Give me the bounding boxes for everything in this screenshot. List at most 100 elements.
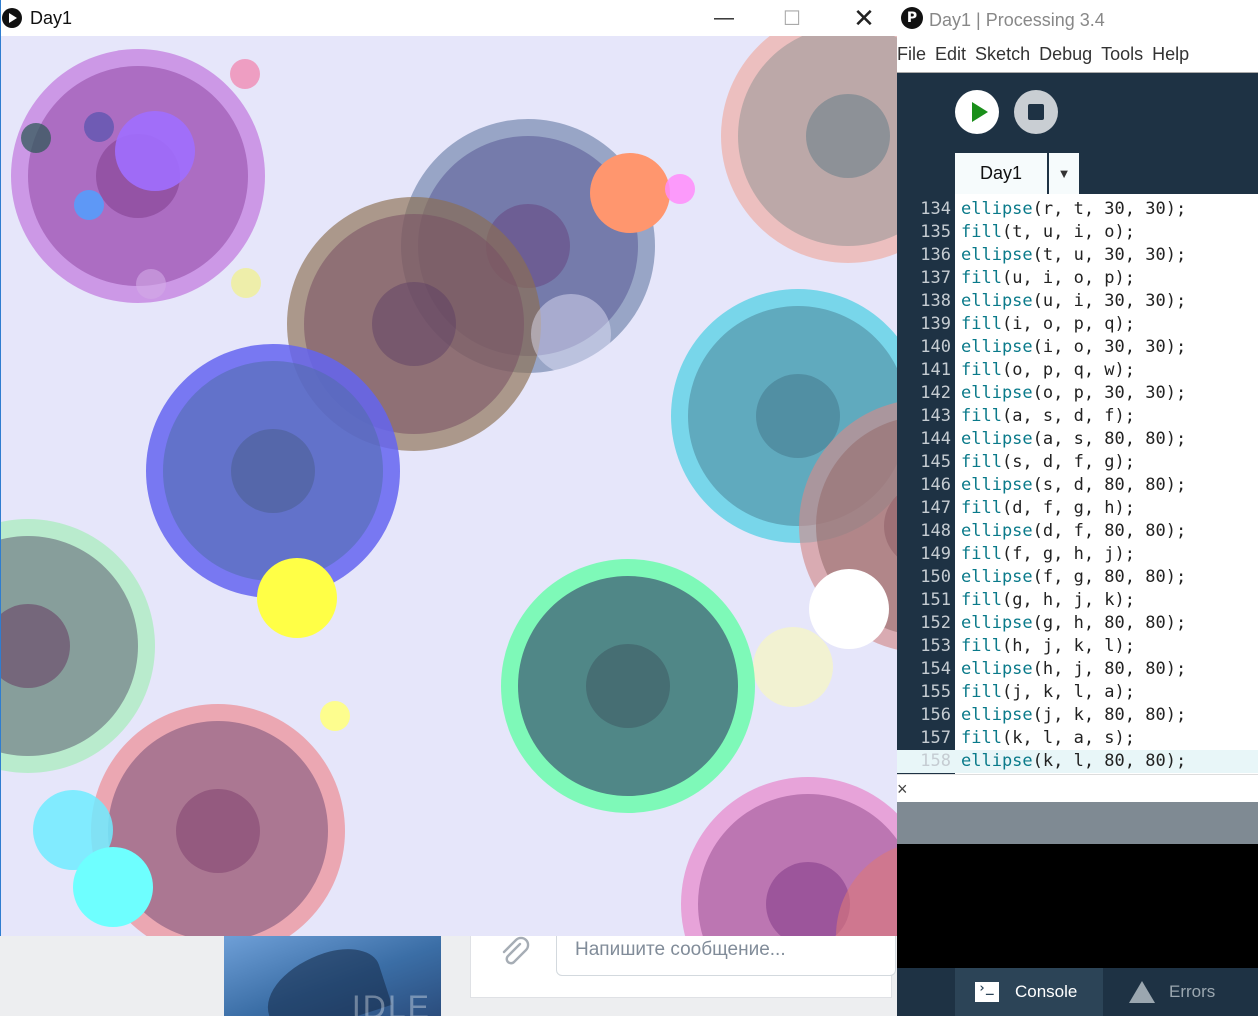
code-line[interactable]: 150 ellipse(f, g, 80, 80); [897,566,1258,589]
collapse-console-icon[interactable]: × [897,779,908,800]
menu-edit[interactable]: Edit [935,44,966,72]
code-line[interactable]: 139 fill(i, o, p, q); [897,313,1258,336]
code-function-name: fill [961,314,1002,334]
code-line[interactable]: 135 fill(t, u, i, o); [897,221,1258,244]
code-arguments: (f, g, 80, 80); [1032,567,1187,587]
code-arguments: (t, u, i, o); [1001,222,1136,242]
code-text: fill(t, u, i, o); [961,221,1135,244]
code-line[interactable]: 136 ellipse(t, u, 30, 30); [897,244,1258,267]
line-number: 137 [920,268,951,288]
ide-titlebar[interactable]: P Day1 | Processing 3.4 [897,0,1258,40]
line-number: 144 [920,429,951,449]
code-text: ellipse(j, k, 80, 80); [961,704,1186,727]
editor-tabbar: Day1 ▼ [897,153,1258,194]
line-number: 156 [920,705,951,725]
code-function-name: ellipse [961,429,1033,449]
menubar: File Edit Sketch Debug Tools Help [897,44,1258,73]
console-icon [975,981,999,1002]
message-input[interactable]: Напишите сообщение... [556,930,896,976]
code-line[interactable]: 148 ellipse(d, f, 80, 80); [897,520,1258,543]
code-text: fill(k, l, a, s); [961,727,1135,750]
code-line[interactable]: 140 ellipse(i, o, 30, 30); [897,336,1258,359]
code-line[interactable]: 147 fill(d, f, g, h); [897,497,1258,520]
code-editor[interactable]: 134 ellipse(r, t, 30, 30); 135 fill(t, u, i… [897,194,1258,774]
code-function-name: ellipse [961,337,1033,357]
code-function-name: fill [961,222,1002,242]
code-arguments: (a, s, d, f); [1001,406,1136,426]
code-line[interactable]: 142 ellipse(o, p, 30, 30); [897,382,1258,405]
code-line[interactable]: 158 ellipse(k, l, 80, 80); [897,750,1258,773]
ide-window-title: Day1 | Processing 3.4 [929,10,1105,30]
code-text: fill(f, g, h, j); [961,543,1135,566]
code-line[interactable]: 153 fill(h, j, k, l); [897,635,1258,658]
code-arguments: (g, h, 80, 80); [1032,613,1187,633]
minimize-button[interactable]: — [701,0,747,36]
sketch-canvas-drawing [1,36,898,936]
code-line[interactable]: 144 ellipse(a, s, 80, 80); [897,428,1258,451]
console-output[interactable] [897,844,1258,968]
code-text: ellipse(d, f, 80, 80); [961,520,1186,543]
code-function-name: fill [961,452,1002,472]
code-line[interactable]: 141 fill(o, p, q, w); [897,359,1258,382]
code-line[interactable]: 149 fill(f, g, h, j); [897,543,1258,566]
code-arguments: (j, k, 80, 80); [1032,705,1187,725]
code-line[interactable]: 156 ellipse(j, k, 80, 80); [897,704,1258,727]
tab-dropdown-icon[interactable]: ▼ [1049,153,1079,194]
menu-sketch[interactable]: Sketch [975,44,1030,72]
ide-toolbar [897,73,1258,153]
line-number: 138 [920,291,951,311]
console-tab[interactable]: Console [955,968,1103,1016]
line-number: 154 [920,659,951,679]
code-function-name: fill [961,544,1002,564]
sketch-canvas[interactable] [1,36,898,936]
code-line[interactable]: 157 fill(k, l, a, s); [897,727,1258,750]
code-text: fill(d, f, g, h); [961,497,1135,520]
code-text: fill(j, k, l, a); [961,681,1135,704]
chat-image-thumbnail[interactable]: IDLE [224,935,441,1016]
menu-help[interactable]: Help [1152,44,1189,72]
line-number: 136 [920,245,951,265]
menu-file[interactable]: File [897,44,926,72]
line-number: 134 [920,199,951,219]
errors-tab[interactable]: Errors [1109,968,1249,1016]
line-number: 145 [920,452,951,472]
code-text: fill(s, d, f, g); [961,451,1135,474]
code-text: ellipse(a, s, 80, 80); [961,428,1186,451]
code-text: ellipse(s, d, 80, 80); [961,474,1186,497]
code-line[interactable]: 154 ellipse(h, j, 80, 80); [897,658,1258,681]
code-text: fill(u, i, o, p); [961,267,1135,290]
code-line[interactable]: 155 fill(j, k, l, a); [897,681,1258,704]
code-line[interactable]: 152 ellipse(g, h, 80, 80); [897,612,1258,635]
menu-debug[interactable]: Debug [1039,44,1092,72]
code-line[interactable]: 151 fill(g, h, j, k); [897,589,1258,612]
line-number: 152 [920,613,951,633]
code-line[interactable]: 134 ellipse(r, t, 30, 30); [897,198,1258,221]
processing-logo-icon: P [901,7,923,29]
processing-run-icon [2,8,22,28]
line-number: 142 [920,383,951,403]
code-line[interactable]: 143 fill(a, s, d, f); [897,405,1258,428]
code-text: ellipse(f, g, 80, 80); [961,566,1186,589]
code-line[interactable]: 146 ellipse(s, d, 80, 80); [897,474,1258,497]
code-function-name: fill [961,728,1002,748]
line-number: 151 [920,590,951,610]
stop-button[interactable] [1014,90,1058,134]
close-button[interactable]: ✕ [841,0,887,36]
tab-day1[interactable]: Day1 [955,153,1047,194]
code-text: ellipse(o, p, 30, 30); [961,382,1186,405]
sketch-titlebar[interactable]: Day1 — ☐ ✕ [1,0,898,36]
code-arguments: (h, j, 80, 80); [1032,659,1187,679]
code-arguments: (r, t, 30, 30); [1032,199,1187,219]
code-line[interactable]: 138 ellipse(u, i, 30, 30); [897,290,1258,313]
line-number: 150 [920,567,951,587]
code-arguments: (s, d, 80, 80); [1032,475,1187,495]
code-arguments: (t, u, 30, 30); [1032,245,1187,265]
code-line[interactable]: 137 fill(u, i, o, p); [897,267,1258,290]
run-button[interactable] [955,90,999,134]
code-text: ellipse(r, t, 30, 30); [961,198,1186,221]
paperclip-icon[interactable] [498,936,532,968]
code-function-name: ellipse [961,521,1033,541]
menu-tools[interactable]: Tools [1101,44,1143,72]
maximize-button[interactable]: ☐ [769,0,815,36]
code-line[interactable]: 145 fill(s, d, f, g); [897,451,1258,474]
